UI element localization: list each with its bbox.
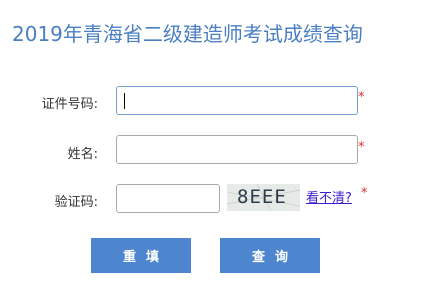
name-input[interactable] xyxy=(116,135,358,164)
page-title: 2019年青海省二级建造师考试成绩查询 xyxy=(12,22,363,46)
captcha-required-mark: * xyxy=(361,186,368,201)
captcha-refresh-link[interactable]: 看不清? xyxy=(306,187,352,206)
query-button[interactable]: 查询 xyxy=(220,238,320,273)
reset-button[interactable]: 重填 xyxy=(91,238,191,273)
id-number-input[interactable] xyxy=(116,86,358,115)
id-number-label: 证件号码: xyxy=(41,97,98,112)
name-required-mark: * xyxy=(358,140,365,155)
id-number-required-mark: * xyxy=(358,90,365,105)
captcha-input[interactable] xyxy=(116,184,220,213)
captcha-text: 8EEE xyxy=(237,186,287,208)
captcha-image[interactable]: 8EEE xyxy=(227,184,300,211)
name-label: 姓名: xyxy=(67,147,98,162)
captcha-label: 验证码: xyxy=(54,195,98,210)
text-caret xyxy=(124,93,125,109)
